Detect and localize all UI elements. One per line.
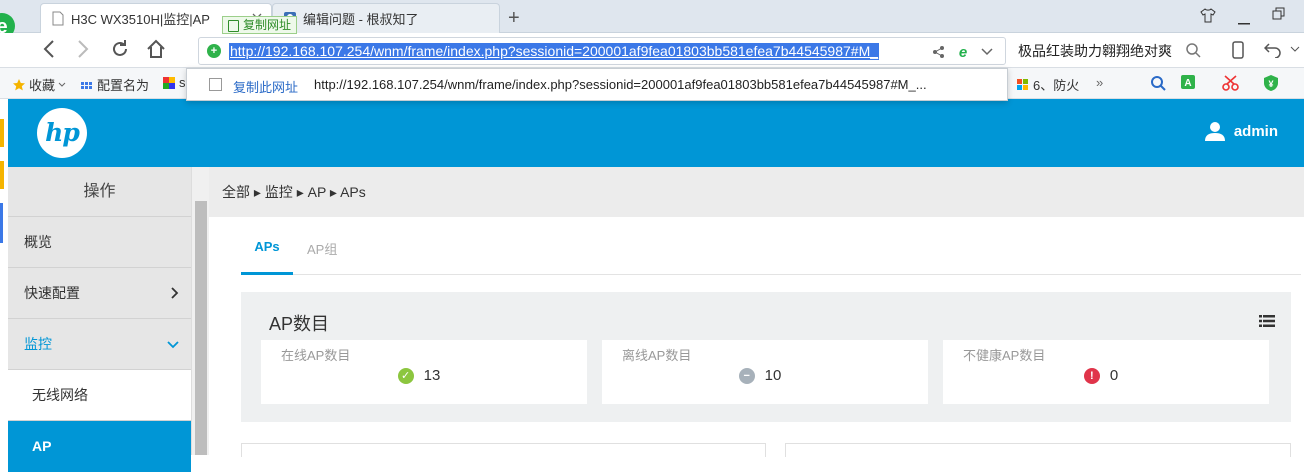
app-header: hp admin: [0, 99, 1304, 167]
chevron-down-icon[interactable]: [981, 48, 993, 56]
search-box[interactable]: 极品红装助力翱翔绝对爽: [1012, 37, 1210, 65]
ie-mode-icon[interactable]: e: [955, 44, 971, 60]
sidebar-item-overview[interactable]: 概览: [8, 217, 191, 268]
online-ap-card[interactable]: 在线AP数目 ✓ 13: [261, 340, 587, 404]
tab-ap-group[interactable]: AP组: [307, 239, 337, 258]
mobile-icon[interactable]: [1232, 41, 1244, 59]
offline-ap-card[interactable]: 离线AP数目 − 10: [602, 340, 928, 404]
svg-text:¥: ¥: [1268, 79, 1273, 89]
ap-count-panel: AP数目 在线AP数目 ✓ 13 离线AP数目 − 10 不健康AP数目 ! 0: [241, 292, 1291, 422]
new-tab-button[interactable]: +: [508, 7, 520, 30]
copy-url-popup: 复制此网址 http://192.168.107.254/wnm/frame/i…: [186, 68, 1008, 101]
tab-strip: APs AP组: [241, 217, 1301, 275]
bookmark-config[interactable]: 配置名为: [80, 75, 149, 94]
tab-title: 编辑问题 - 根叔知了: [303, 12, 419, 27]
svg-text:e: e: [959, 44, 967, 60]
url-field[interactable]: + http://192.168.107.254/wnm/frame/index…: [198, 37, 1006, 65]
security-shield-icon: +: [207, 44, 221, 58]
address-toolbar: + http://192.168.107.254/wnm/frame/index…: [0, 33, 1304, 68]
sidebar-item-label: AP: [32, 438, 52, 454]
bookmark-label: 配置名为: [97, 78, 150, 93]
user-menu[interactable]: admin: [1204, 120, 1278, 142]
tab-title: H3C WX3510H|监控|AP: [71, 12, 210, 27]
sidebar-item-wireless[interactable]: 无线网络: [8, 370, 191, 421]
browser-tab-bar: e H3C WX3510H|监控|AP 编辑问题 - 根叔知了 +: [0, 0, 1304, 39]
bookmark-label: s: [179, 75, 186, 90]
offline-ap-count: 10: [764, 367, 782, 384]
chevron-down-icon: [58, 82, 66, 87]
sidebar-item-label: 无线网络: [32, 387, 88, 403]
main-content: 全部 ▸ 监控 ▸ AP ▸ APs APs AP组 AP数目 在线AP数目 ✓…: [209, 167, 1304, 457]
copy-url-checkbox[interactable]: [209, 78, 222, 91]
chevron-down-icon[interactable]: [1290, 46, 1300, 52]
unhealthy-ap-count: 0: [1109, 367, 1119, 384]
unhealthy-ap-card[interactable]: 不健康AP数目 ! 0: [943, 340, 1269, 404]
svg-text:A: A: [1184, 78, 1191, 89]
copy-url-text[interactable]: http://192.168.107.254/wnm/frame/index.p…: [314, 77, 927, 92]
chevron-down-icon: [167, 341, 179, 349]
home-button[interactable]: [146, 39, 166, 64]
translate-icon[interactable]: A: [1180, 74, 1198, 92]
more-bookmarks-button[interactable]: »: [1096, 75, 1103, 90]
page-icon: [52, 11, 64, 26]
bookmark-favorites[interactable]: 收藏: [12, 75, 66, 94]
sidebar-header: 操作: [8, 167, 191, 217]
browser-side-strip: [0, 99, 8, 455]
sidebar: 操作 概览 快速配置 监控 无线网络 AP: [8, 167, 191, 472]
username: admin: [1233, 122, 1278, 140]
sidebar-scrollbar[interactable]: [191, 167, 209, 455]
sidebar-item-ap[interactable]: AP: [8, 421, 191, 472]
copy-url-link[interactable]: 复制此网址: [233, 77, 298, 96]
sidebar-item-label: 监控: [24, 336, 52, 352]
star-icon: [13, 78, 25, 90]
card-label: 离线AP数目: [622, 348, 692, 363]
shield-money-icon[interactable]: ¥: [1262, 74, 1280, 92]
minus-icon: −: [738, 367, 755, 384]
windows-icon: [1017, 78, 1028, 90]
card-label: 不健康AP数目: [963, 348, 1046, 363]
panel-title: AP数目: [269, 314, 330, 334]
tab-aps[interactable]: APs: [241, 239, 293, 275]
grid-icon: [81, 81, 92, 89]
forward-button[interactable]: [76, 39, 90, 64]
breadcrumb[interactable]: 全部 ▸ 监控 ▸ AP ▸ APs: [209, 167, 1304, 217]
shirt-icon[interactable]: [1200, 7, 1216, 26]
back-button[interactable]: [42, 39, 56, 64]
sidebar-item-monitor[interactable]: 监控: [8, 319, 191, 370]
colorful-icon: [163, 76, 175, 89]
alert-icon: !: [1083, 367, 1100, 384]
bookmark-s[interactable]: s: [162, 75, 186, 90]
scissors-icon[interactable]: [1222, 74, 1240, 92]
list-menu-icon[interactable]: [1259, 315, 1275, 327]
undo-icon[interactable]: [1264, 42, 1282, 58]
bookmark-label: 6、防火: [1033, 78, 1080, 93]
sidebar-item-label: 概览: [24, 234, 52, 250]
tab-zhiliao[interactable]: 编辑问题 - 根叔知了: [272, 3, 500, 33]
user-icon: [1204, 122, 1225, 141]
url-text-selected[interactable]: http://192.168.107.254/wnm/frame/index.p…: [229, 43, 880, 60]
card-label: 在线AP数目: [281, 348, 351, 363]
search-text: 极品红装助力翱翔绝对爽: [1018, 43, 1172, 59]
online-ap-count: 13: [423, 367, 441, 384]
chevron-right-icon: [171, 287, 179, 299]
restore-button[interactable]: [1272, 7, 1286, 24]
bookmark-label: 收藏: [29, 78, 56, 93]
copy-url-tooltip[interactable]: 复制网址: [222, 16, 298, 34]
share-icon[interactable]: [932, 45, 946, 59]
bookmark-firewall[interactable]: 6、防火: [1016, 75, 1079, 94]
check-icon: ✓: [397, 367, 414, 384]
search-icon[interactable]: [1150, 75, 1166, 91]
scrollbar-thumb[interactable]: [195, 201, 207, 455]
hp-logo[interactable]: hp: [37, 108, 87, 158]
sidebar-item-label: 快速配置: [24, 285, 80, 301]
sidebar-item-quick-config[interactable]: 快速配置: [8, 268, 191, 319]
refresh-button[interactable]: [110, 39, 130, 64]
minimize-button[interactable]: [1238, 13, 1250, 29]
search-icon[interactable]: [1186, 43, 1201, 58]
